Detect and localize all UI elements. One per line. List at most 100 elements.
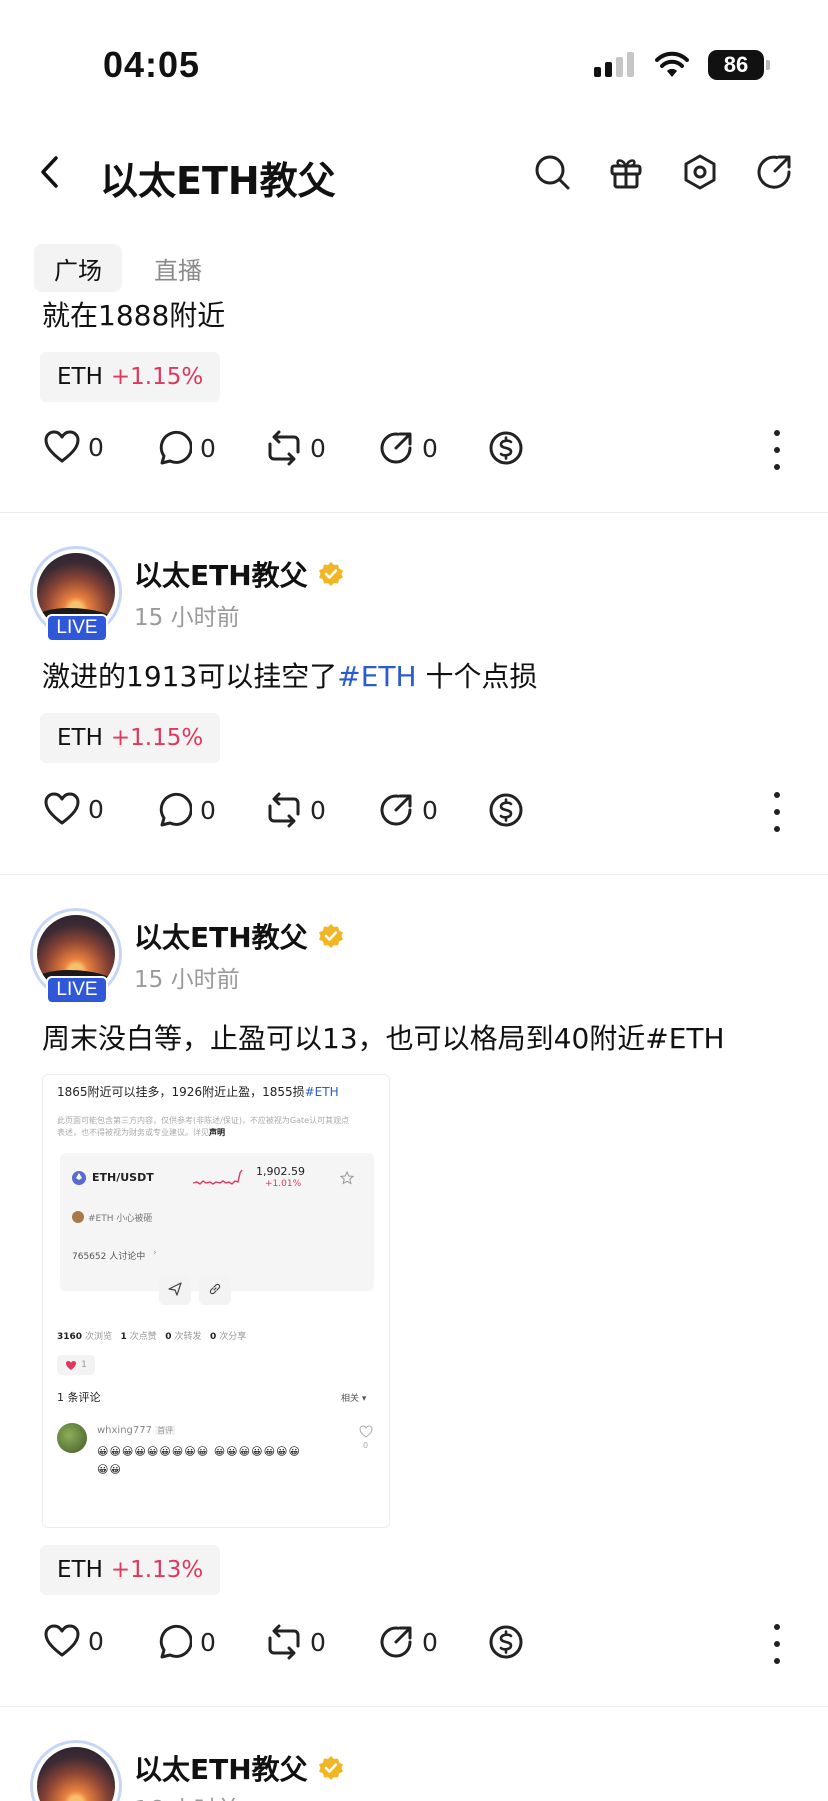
page-title: 以太ETH教父 [100,159,336,203]
search-button[interactable] [530,150,574,194]
share-icon [757,155,791,189]
chevron-right-icon: › [153,1248,157,1258]
embedded-pair: ETH/USDT [92,1171,154,1184]
tip-button[interactable] [488,1624,524,1660]
embedded-post-text: 1865附近可以挂多，1926附近止盈，1855损#ETH [57,1083,339,1100]
stat-reposts: 0 [165,1332,172,1342]
comment-count: 0 [200,1627,216,1657]
repost-icon [268,792,300,828]
back-button[interactable] [28,150,72,194]
gift-icon [610,159,642,189]
share-post-button[interactable]: 0 [378,430,438,466]
share-arrow-icon [380,432,412,464]
verified-badge-icon [318,562,343,586]
post-text: 激进的1913可以挂空了#ETH 十个点损 [42,655,537,695]
like-count: 0 [88,432,104,462]
author-name[interactable]: 以太ETH教父 [134,554,344,594]
embedded-price: 1,902.59 [256,1165,305,1178]
share-count: 0 [422,1627,438,1657]
star-icon [340,1171,354,1185]
like-count: 0 [88,1626,104,1656]
heart-icon [44,430,80,463]
author-name[interactable]: 以太ETH教父 [134,916,344,956]
post-time: 15 小时前 [134,605,240,631]
embedded-sort: 相关 ▾ [341,1394,367,1404]
like-button[interactable]: 0 [44,430,104,464]
stat-likes: 1 [120,1332,127,1342]
verified-badge-icon [318,1756,343,1780]
like-button[interactable]: 0 [44,1624,104,1658]
comment-count: 0 [200,433,216,463]
ticker-symbol: ETH [57,1557,103,1583]
repost-count: 0 [310,433,326,463]
post-time: 16 小时前 [134,1790,240,1801]
commenter-avatar [57,1423,87,1453]
repost-button[interactable]: 0 [266,1624,326,1660]
embedded-comments-title: 1 条评论 [57,1391,101,1404]
embedded-price-change: +1.01% [265,1179,302,1189]
author-name-text: 以太ETH教父 [134,559,308,592]
embedded-text-body: 1865附近可以挂多，1926附近止盈，1855损 [57,1085,305,1099]
share-arrow-icon [380,1626,412,1658]
embedded-send-button [159,1273,191,1305]
avatar-image [37,1747,115,1801]
author-name[interactable]: 以太ETH教父 [134,1748,344,1788]
tip-button[interactable] [488,430,524,466]
topic-avatar [72,1211,84,1223]
embedded-sparkline [192,1169,243,1185]
commenter-name-text: whxing777 [97,1425,152,1436]
wifi-icon [655,51,689,77]
post-text-tail: 十个点损 [416,660,538,693]
reaction-count: 1 [81,1360,87,1370]
share-button[interactable] [752,150,796,194]
embedded-reaction: 1 [57,1355,95,1375]
more-options-button[interactable] [767,1624,787,1664]
status-time: 04:05 [103,44,201,85]
more-options-button[interactable] [767,430,787,470]
comment-button[interactable]: 0 [156,1624,216,1660]
author-name-text: 以太ETH教父 [134,1753,308,1786]
commenter-name: whxing777 首评 [97,1425,176,1436]
share-post-button[interactable]: 0 [378,792,438,828]
tab-plaza[interactable]: 广场 [34,244,122,292]
comment-button[interactable]: 0 [156,792,216,828]
embedded-stats: 3160 次浏览 1 次点赞 0 次转发 0 次分享 [57,1329,246,1342]
ticker-symbol: ETH [57,725,103,751]
like-count: 0 [88,794,104,824]
tip-button[interactable] [488,792,524,828]
embedded-image[interactable]: 1865附近可以挂多，1926附近止盈，1855损#ETH 此页面可能包含第三方… [42,1074,390,1528]
comment-emojis-2: 😀😀 [97,1463,122,1476]
ticker-pill[interactable]: ETH +1.13% [40,1545,221,1595]
more-options-button[interactable] [767,792,787,832]
share-post-button[interactable]: 0 [378,1624,438,1660]
dollar-coin-icon [489,1625,523,1659]
embedded-hashtag: #ETH [304,1085,339,1099]
ticker-pill[interactable]: ETH +1.15% [40,713,221,763]
ticker-pill[interactable]: ETH +1.15% [40,352,221,402]
gift-button[interactable] [604,150,648,194]
cellular-signal-icon [594,52,634,77]
dollar-coin-icon [489,793,523,827]
like-button[interactable]: 0 [44,792,104,826]
hashtag-link[interactable]: #ETH [337,660,416,693]
repost-button[interactable]: 0 [266,792,326,828]
verified-badge-icon [318,924,343,948]
tab-live[interactable]: 直播 [134,244,222,292]
repost-icon [268,1624,300,1660]
comment-emojis-1: 😀😀😀😀😀😀😀😀😀 😀😀😀😀😀😀😀 [97,1445,301,1458]
comment-icon [159,430,192,465]
battery-indicator: 86 [708,50,770,80]
stat-views-label: 次浏览 [84,1332,112,1342]
avatar[interactable] [30,1740,122,1801]
ticker-change: +1.15% [110,364,204,390]
repost-button[interactable]: 0 [266,430,326,466]
embedded-disclaimer-1: 此页面可能包含第三方内容，仅供参考(非陈述/保证)，不应被视为Gate认可其观点 [57,1116,350,1125]
ticker-change: +1.15% [110,725,204,751]
comment-button[interactable]: 0 [156,430,216,466]
share-count: 0 [422,433,438,463]
settings-button[interactable] [678,150,722,194]
ticker-symbol: ETH [57,364,103,390]
post-divider [0,1706,828,1707]
link-icon [209,1283,221,1295]
comment-heart-icon [359,1425,373,1438]
